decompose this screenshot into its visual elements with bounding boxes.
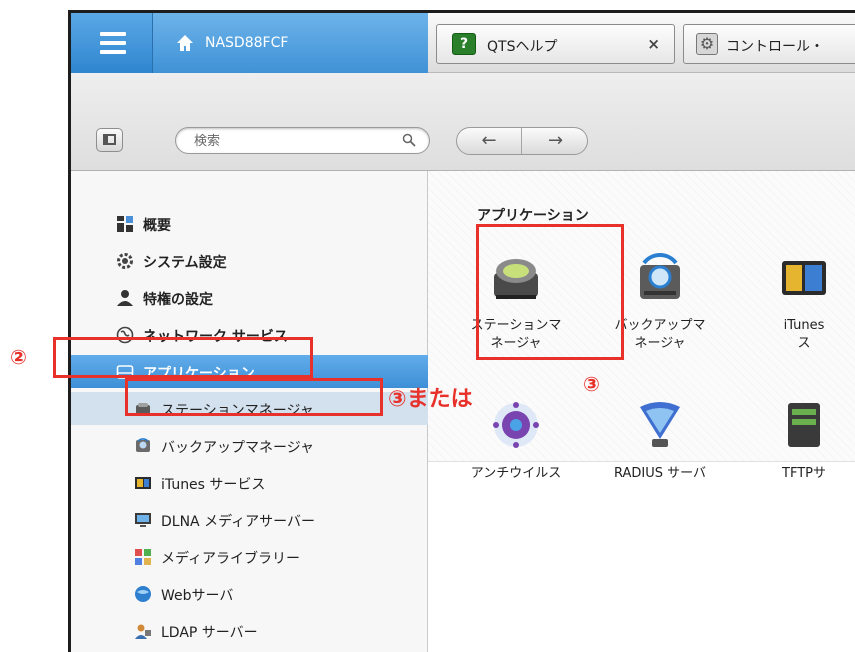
app-label: アンチウイルス: [470, 466, 562, 481]
annotation-step3-or: ③または: [388, 387, 473, 412]
sidebar-item-label: iTunes サービス: [161, 477, 266, 493]
backup-manager-icon: [136, 438, 150, 452]
sidebar-item-label: メディアライブラリー: [161, 551, 301, 567]
tab-label: QTSヘルプ: [487, 39, 558, 55]
annotation-box-station-manager: [125, 378, 383, 416]
annotation-step3: ③: [583, 372, 600, 396]
overview-grid-icon: [117, 216, 133, 232]
sidebar-item-ldap-server[interactable]: LDAP サーバー: [71, 614, 428, 647]
back-button[interactable]: ←: [457, 128, 522, 154]
web-server-icon: [135, 586, 151, 602]
antivirus-icon: [493, 402, 539, 448]
sidebar-item-media-library[interactable]: メディアライブラリー: [71, 540, 428, 573]
sidebar-item-label: DLNA メディアサーバー: [161, 514, 315, 530]
navigation-buttons: ← →: [456, 127, 588, 155]
sidebar-item-dlna[interactable]: DLNA メディアサーバー: [71, 503, 428, 536]
main-menu-button[interactable]: [71, 13, 153, 73]
sidebar-item-label: システム設定: [143, 255, 227, 271]
gear-icon: [117, 253, 133, 269]
sidebar-item-overview[interactable]: 概要: [71, 207, 428, 240]
sidebar-item-label: バックアップマネージャ: [161, 440, 315, 456]
forward-button[interactable]: →: [523, 128, 587, 154]
sidebar-item-backup-manager[interactable]: バックアップマネージャ: [71, 429, 428, 462]
section-title: アプリケーション: [477, 208, 589, 224]
sidebar-toggle-button[interactable]: [96, 128, 123, 152]
tab-control-panel[interactable]: ⚙ コントロール・: [683, 24, 855, 64]
help-book-icon: ?: [452, 33, 476, 55]
tab-label: コントロール・: [726, 39, 824, 55]
sidebar-item-label: LDAP サーバー: [161, 625, 258, 641]
app-itunes-service[interactable]: iTunes ス: [734, 251, 855, 361]
sidebar-item-label: 概要: [143, 218, 171, 234]
search-box: [175, 127, 430, 154]
annotation-step2: ②: [10, 345, 27, 369]
top-tab-bar: NASD88FCF ? QTSヘルプ × ⚙ コントロール・: [71, 13, 855, 73]
toolbar: ← →: [71, 73, 855, 171]
nas-home-tab[interactable]: NASD88FCF: [153, 13, 428, 73]
tftp-icon: [788, 403, 820, 447]
home-icon: [177, 35, 193, 51]
sidebar-item-system-settings[interactable]: システム設定: [71, 244, 428, 277]
app-radius-server[interactable]: RADIUS サーバ: [590, 399, 730, 489]
backup-manager-icon: [640, 253, 680, 299]
tab-qts-help[interactable]: ? QTSヘルプ ×: [436, 24, 675, 64]
nas-name: NASD88FCF: [205, 35, 289, 51]
app-label: TFTPサ: [782, 466, 826, 481]
user-icon: [117, 290, 133, 306]
gear-icon: ⚙: [696, 33, 718, 55]
dlna-icon: [135, 513, 151, 527]
radius-icon: [640, 402, 680, 447]
itunes-icon: [782, 261, 826, 295]
qts-window: NASD88FCF ? QTSヘルプ × ⚙ コントロール・ ← →: [68, 10, 855, 652]
annotation-box-app-icon: [476, 224, 624, 360]
sidebar-item-label: Webサーバ: [161, 588, 234, 604]
sidebar-item-privileges[interactable]: 特権の設定: [71, 281, 428, 314]
hamburger-icon: [100, 32, 126, 36]
itunes-icon: [135, 477, 151, 489]
close-icon[interactable]: ×: [647, 35, 660, 53]
annotation-box-applications: [53, 337, 313, 378]
app-label: RADIUS サーバ: [613, 466, 706, 481]
search-input[interactable]: [194, 132, 394, 150]
sidebar-item-label: 特権の設定: [143, 292, 213, 308]
media-library-icon: [135, 549, 151, 565]
sidebar-item-itunes-service[interactable]: iTunes サービス: [71, 466, 428, 499]
ldap-icon: [135, 624, 151, 639]
app-label: iTunes ス: [783, 318, 825, 351]
search-icon[interactable]: [402, 133, 416, 147]
app-tftp-server[interactable]: TFTPサ: [734, 399, 855, 489]
sidebar-item-web-server[interactable]: Webサーバ: [71, 577, 428, 610]
